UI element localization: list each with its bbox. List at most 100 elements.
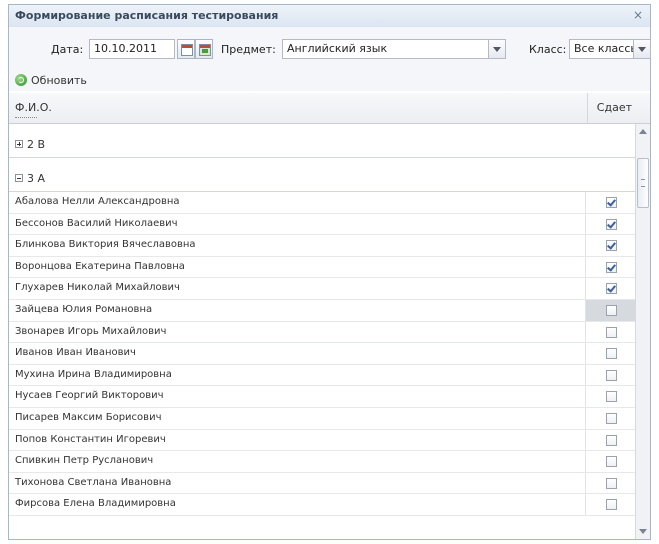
- pass-checkbox[interactable]: [606, 477, 617, 489]
- pass-cell: [585, 278, 635, 299]
- student-name: Тихонова Светлана Ивановна: [15, 476, 172, 488]
- pass-checkbox[interactable]: [606, 456, 617, 468]
- date-field[interactable]: 10.10.2011: [89, 39, 175, 59]
- pass-checkbox[interactable]: [606, 434, 617, 446]
- collapse-icon[interactable]: [15, 174, 23, 182]
- table-row[interactable]: Фирсова Елена Владимировна: [9, 494, 635, 516]
- table-row[interactable]: Иванов Иван Иванович: [9, 343, 635, 365]
- today-button[interactable]: [195, 39, 213, 59]
- pass-checkbox[interactable]: [606, 261, 617, 273]
- student-name: Попов Константин Игоревич: [15, 433, 166, 445]
- vertical-scrollbar[interactable]: [635, 124, 650, 539]
- subject-label: Предмет:: [221, 43, 276, 56]
- table-row[interactable]: Мухина Ирина Владимировна: [9, 364, 635, 387]
- scroll-down-icon[interactable]: [639, 529, 647, 534]
- student-name: Писарев Максим Борисович: [15, 411, 162, 423]
- table-row[interactable]: Блинкова Виктория Вячеславовна: [9, 235, 635, 257]
- schedule-window: Формирование расписания тестирования × Д…: [8, 4, 651, 540]
- grid-body: 2 В 3 А Абалова Нелли Александровна Бессоно…: [9, 124, 635, 539]
- column-header-pass[interactable]: Сдает: [597, 101, 632, 114]
- student-name: Абалова Нелли Александровна: [15, 196, 180, 207]
- student-name: Мухина Ирина Владимировна: [15, 368, 172, 380]
- pass-cell: [585, 472, 635, 494]
- table-row[interactable]: Писарев Максим Борисович: [9, 407, 635, 430]
- class-label: Класс:: [529, 43, 567, 56]
- refresh-icon: [15, 74, 27, 86]
- group-label: 2 В: [27, 138, 46, 151]
- pass-checkbox[interactable]: [606, 326, 617, 338]
- table-row[interactable]: Воронцова Екатерина Павловна: [9, 256, 635, 279]
- table-row[interactable]: Бессонов Василий Николаевич: [9, 213, 635, 236]
- toolbar: Обновить: [9, 67, 650, 91]
- student-name: Спивкин Петр Русланович: [15, 455, 154, 467]
- column-divider: [587, 93, 588, 123]
- calendar-today-icon: [199, 44, 211, 56]
- title-bar: Формирование расписания тестирования ×: [9, 5, 650, 28]
- group-label: 3 А: [27, 172, 46, 185]
- scroll-up-icon[interactable]: [639, 129, 647, 134]
- pass-checkbox[interactable]: [606, 240, 617, 252]
- pass-checkbox[interactable]: [606, 348, 617, 360]
- expand-icon[interactable]: [15, 140, 23, 148]
- chevron-down-icon: [638, 47, 646, 52]
- window-title: Формирование расписания тестирования: [15, 9, 279, 22]
- table-row[interactable]: Тихонова Светлана Ивановна: [9, 472, 635, 495]
- pass-cell: [585, 343, 635, 364]
- date-label: Дата:: [51, 43, 84, 56]
- pass-checkbox[interactable]: [606, 218, 617, 230]
- table-row[interactable]: Нусаев Георгий Викторович: [9, 386, 635, 408]
- student-name: Воронцова Екатерина Павловна: [15, 260, 185, 272]
- student-name: Бессонов Василий Николаевич: [15, 217, 178, 229]
- table-row[interactable]: Звонарев Игорь Михайлович: [9, 321, 635, 344]
- calendar-button[interactable]: [177, 39, 195, 59]
- student-name: Глухарев Николай Михайлович: [15, 282, 180, 294]
- scroll-thumb[interactable]: [637, 158, 649, 208]
- subject-dropdown-button[interactable]: [489, 39, 506, 59]
- pass-cell: [585, 192, 635, 213]
- pass-cell: [585, 407, 635, 429]
- close-icon[interactable]: ×: [632, 8, 644, 22]
- pass-cell: [585, 235, 635, 256]
- class-dropdown-button[interactable]: [634, 39, 651, 59]
- calendar-icon: [181, 44, 193, 56]
- table-row[interactable]: Зайцева Юлия Романовна: [9, 299, 635, 322]
- table-row[interactable]: Глухарев Николай Михайлович: [9, 278, 635, 300]
- grid-header: Ф.И.О. Сдает: [9, 93, 650, 124]
- pass-checkbox[interactable]: [606, 391, 617, 403]
- student-name: Иванов Иван Иванович: [15, 347, 136, 359]
- pass-cell: [585, 494, 635, 515]
- pass-checkbox[interactable]: [606, 304, 617, 316]
- student-name: Звонарев Игорь Михайлович: [15, 325, 167, 337]
- table-row[interactable]: Абалова Нелли Александровна: [9, 192, 635, 214]
- header-separator: [15, 117, 37, 122]
- pass-cell: [585, 451, 635, 472]
- pass-checkbox[interactable]: [606, 197, 617, 208]
- pass-checkbox[interactable]: [606, 369, 617, 381]
- column-header-name[interactable]: Ф.И.О.: [15, 101, 52, 114]
- pass-cell: [585, 364, 635, 386]
- student-name: Фирсова Елена Владимировна: [15, 498, 176, 510]
- pass-cell: [585, 213, 635, 235]
- refresh-label: Обновить: [31, 73, 87, 87]
- group-row[interactable]: 3 А: [9, 166, 635, 192]
- refresh-button[interactable]: Обновить: [15, 71, 87, 89]
- pass-checkbox[interactable]: [606, 499, 617, 511]
- table-row[interactable]: Попов Константин Игоревич: [9, 429, 635, 452]
- class-select[interactable]: Все классы: [569, 39, 634, 59]
- pass-cell: [585, 429, 635, 451]
- table-row[interactable]: Спивкин Петр Русланович: [9, 451, 635, 473]
- pass-checkbox[interactable]: [606, 283, 617, 295]
- group-row[interactable]: 2 В: [9, 132, 635, 158]
- pass-cell: [585, 321, 635, 343]
- pass-checkbox[interactable]: [606, 412, 617, 424]
- pass-cell: [585, 256, 635, 278]
- student-name: Блинкова Виктория Вячеславовна: [15, 239, 196, 251]
- student-name: Зайцева Юлия Романовна: [15, 303, 153, 315]
- pass-cell: [585, 386, 635, 407]
- subject-select[interactable]: Английский язык: [282, 39, 489, 59]
- chevron-down-icon: [493, 47, 501, 52]
- pass-cell: [585, 299, 635, 321]
- student-name: Нусаев Георгий Викторович: [15, 390, 164, 402]
